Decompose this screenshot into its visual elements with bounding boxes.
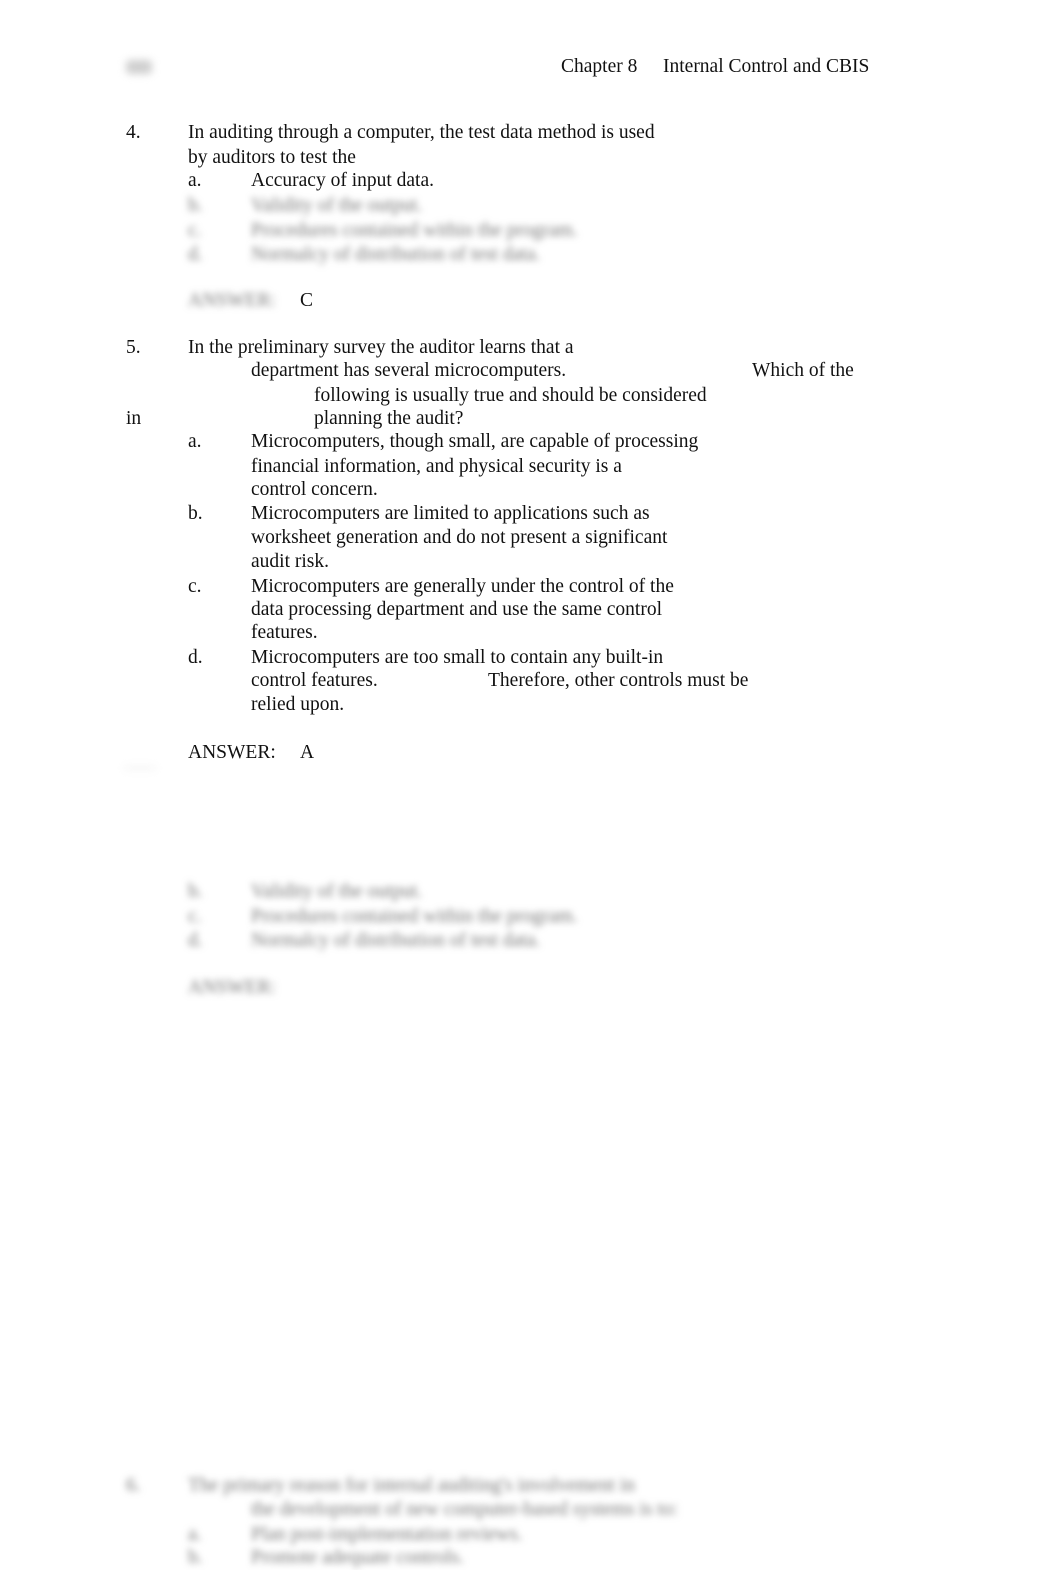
question-stem-line: Which of the [752, 360, 854, 381]
option-letter: a. [188, 170, 202, 191]
option-text-line: Therefore, other controls must be [488, 670, 749, 691]
option-text-line: Microcomputers are too small to contain … [251, 647, 664, 668]
option-text-blurred: Promote adequate controls. [251, 1547, 464, 1568]
option-letter: c. [188, 576, 202, 597]
option-letter: a. [188, 431, 202, 452]
option-text-line: control features. [251, 670, 378, 691]
question-stem-line: by auditors to test the [188, 147, 356, 168]
option-letter-blurred: b. [188, 1547, 203, 1568]
question-stem-line: planning the audit? [314, 408, 464, 429]
question-number-blurred: 6. [126, 1475, 141, 1496]
option-letter-blurred: d. [188, 244, 203, 265]
answer-label-blurred: ANSWER: [188, 977, 276, 998]
option-text-line: Microcomputers are limited to applicatio… [251, 503, 650, 524]
question-stem-line: in [126, 408, 142, 429]
question-stem-blurred: The primary reason for internal auditing… [188, 1475, 636, 1496]
answer-value: A [300, 742, 315, 763]
answer-label-blurred: ANSWER: [188, 290, 276, 311]
question-stem-line: In the preliminary survey the auditor le… [188, 337, 574, 358]
option-text-blurred: Validity of the output. [251, 881, 423, 902]
option-text-line: relied upon. [251, 694, 345, 715]
question-stem-blurred: the development of new computer-based sy… [251, 1499, 678, 1520]
option-letter-blurred: d. [188, 930, 203, 951]
option-text-line: financial information, and physical secu… [251, 456, 622, 477]
option-text-line: data processing department and use the s… [251, 599, 662, 620]
option-text-line: worksheet generation and do not present … [251, 527, 668, 548]
option-text-blurred: Normalcy of distribution of test data. [251, 244, 541, 265]
question-number: 5. [126, 337, 141, 358]
question-stem-line: department has several microcomputers. [251, 360, 567, 381]
divider-blurred [124, 767, 156, 769]
option-letter: b. [188, 503, 203, 524]
option-letter: d. [188, 647, 203, 668]
option-text-line: features. [251, 622, 318, 643]
option-text-line: Microcomputers are generally under the c… [251, 576, 674, 597]
option-text-blurred: Normalcy of distribution of test data. [251, 930, 541, 951]
option-text-blurred: Procedures contained within the program. [251, 220, 578, 241]
option-text-line: Microcomputers, though small, are capabl… [251, 431, 699, 452]
question-number: 4. [126, 122, 141, 143]
page-number-blurred [126, 60, 152, 74]
option-text-blurred: Procedures contained within the program. [251, 906, 578, 927]
option-letter-blurred: b. [188, 195, 203, 216]
answer-label: ANSWER: [188, 742, 276, 763]
running-header-chapter: Chapter 8 [561, 56, 638, 77]
option-letter-blurred: a. [188, 1524, 202, 1545]
option-letter-blurred: c. [188, 906, 202, 927]
running-header-title: Internal Control and CBIS [663, 56, 870, 77]
option-letter-blurred: c. [188, 220, 202, 241]
option-text: Accuracy of input data. [251, 170, 435, 191]
answer-value: C [300, 290, 314, 311]
option-text-line: control concern. [251, 479, 378, 500]
question-stem-line: In auditing through a computer, the test… [188, 122, 655, 143]
question-stem-line: following is usually true and should be … [314, 385, 707, 406]
option-text-blurred: Validity of the output. [251, 195, 423, 216]
option-text-line: audit risk. [251, 551, 329, 572]
option-text-blurred: Plan post-implementation reviews. [251, 1524, 523, 1545]
option-letter-blurred: b. [188, 881, 203, 902]
